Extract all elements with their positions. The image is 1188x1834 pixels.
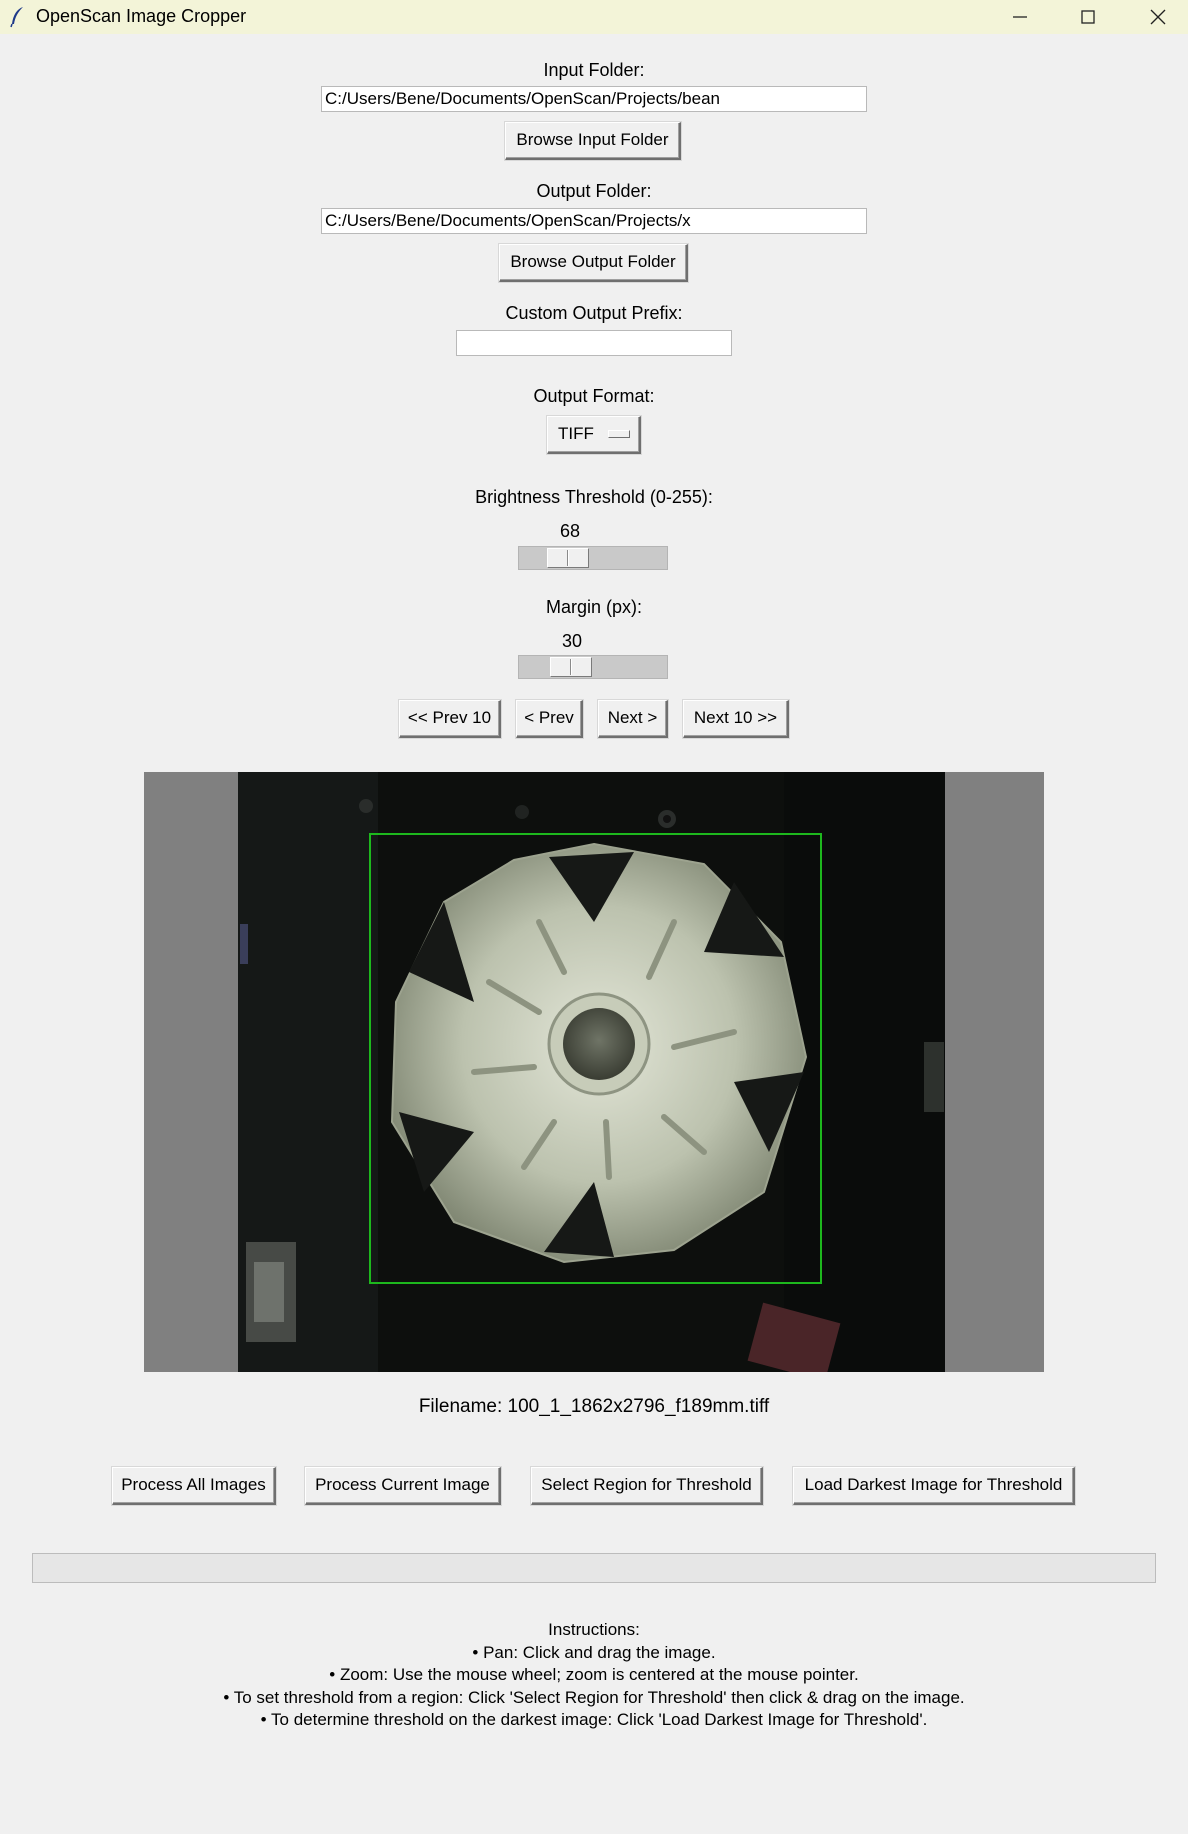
instruction-line: • Pan: Click and drag the image. [472, 1643, 716, 1662]
preview-image[interactable] [144, 772, 1044, 1372]
threshold-value: 68 [559, 521, 581, 541]
prev-button[interactable]: < Prev [516, 700, 583, 738]
margin-slider-handle[interactable] [550, 657, 592, 677]
input-folder-field[interactable]: C:/Users/Bene/Documents/OpenScan/Project… [321, 86, 867, 112]
select-region-threshold-button[interactable]: Select Region for Threshold [531, 1467, 763, 1505]
custom-prefix-input[interactable] [456, 330, 732, 356]
next-10-button[interactable]: Next 10 >> [683, 700, 789, 738]
instruction-line: • To determine threshold on the darkest … [260, 1710, 928, 1729]
next-button[interactable]: Next > [598, 700, 668, 738]
browse-input-folder-button[interactable]: Browse Input Folder [505, 122, 681, 160]
prev-10-button[interactable]: << Prev 10 [399, 700, 501, 738]
process-all-images-button[interactable]: Process All Images [112, 1467, 276, 1505]
threshold-slider[interactable] [518, 546, 668, 570]
window-title: OpenScan Image Cropper [36, 6, 247, 26]
load-darkest-image-button[interactable]: Load Darkest Image for Threshold [793, 1467, 1075, 1505]
minimize-button[interactable] [985, 0, 1055, 34]
instruction-line: • To set threshold from a region: Click … [223, 1688, 965, 1707]
progress-bar [32, 1553, 1156, 1583]
image-canvas[interactable] [144, 772, 1044, 1372]
maximize-icon [1081, 10, 1095, 24]
feather-icon [10, 7, 23, 28]
minimize-icon [1013, 16, 1027, 18]
margin-label: Margin (px): [545, 597, 643, 617]
instructions-heading: Instructions: [548, 1620, 640, 1639]
output-format-label: Output Format: [533, 386, 655, 406]
dropdown-indicator-icon [608, 430, 630, 438]
threshold-label: Brightness Threshold (0-255): [475, 487, 713, 507]
browse-output-folder-button[interactable]: Browse Output Folder [499, 244, 688, 282]
output-format-value: TIFF [558, 424, 594, 443]
margin-value: 30 [561, 631, 583, 651]
process-current-image-button[interactable]: Process Current Image [305, 1467, 501, 1505]
input-folder-label: Input Folder: [543, 60, 645, 80]
close-icon [1150, 9, 1166, 25]
instruction-line: • Zoom: Use the mouse wheel; zoom is cen… [329, 1665, 859, 1684]
threshold-slider-handle[interactable] [547, 548, 589, 568]
output-folder-label: Output Folder: [536, 181, 652, 201]
output-format-select[interactable]: TIFF [547, 416, 641, 454]
maximize-button[interactable] [1053, 0, 1123, 34]
margin-slider[interactable] [518, 655, 668, 679]
filename-label: Filename: 100_1_1862x2796_f189mm.tiff [418, 1396, 770, 1417]
output-folder-field[interactable]: C:/Users/Bene/Documents/OpenScan/Project… [321, 208, 867, 234]
title-bar: OpenScan Image Cropper [0, 0, 1188, 34]
custom-prefix-label: Custom Output Prefix: [505, 303, 683, 323]
close-button[interactable] [1123, 0, 1188, 34]
